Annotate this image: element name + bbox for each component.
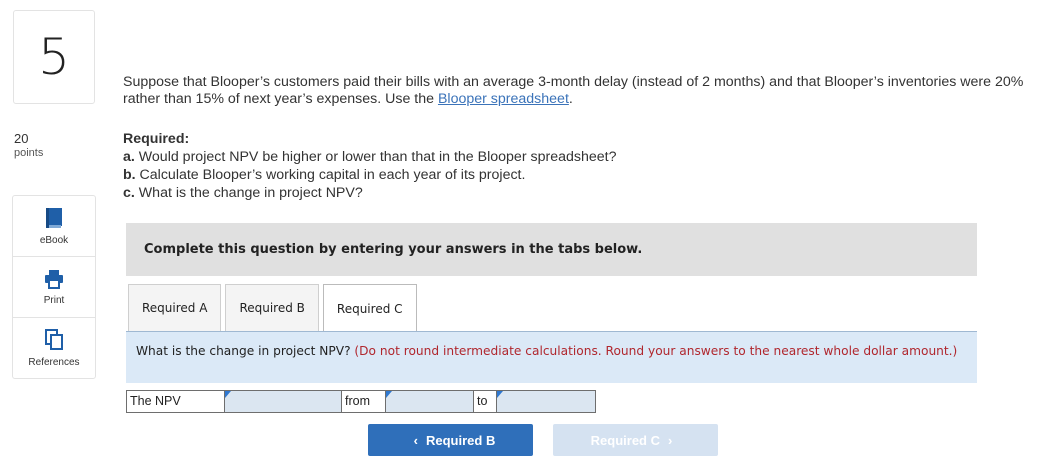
npv-from-input[interactable] (385, 390, 474, 413)
instructions-banner: Complete this question by entering your … (126, 223, 977, 276)
npv-label: The NPV (126, 390, 225, 413)
points-label: points (14, 147, 44, 159)
ebook-label: eBook (39, 234, 69, 246)
prev-required-b-button[interactable]: ‹ Required B (368, 424, 533, 456)
required-item-b-prefix: b. (123, 167, 136, 183)
tab-content-question: What is the change in project NPV? (Do n… (126, 331, 977, 383)
required-item-c: c. What is the change in project NPV? (123, 184, 616, 202)
instructions-banner-text: Complete this question by entering your … (144, 242, 643, 257)
input-marker-icon (386, 391, 392, 398)
next-button-label: Required C (590, 432, 660, 448)
required-section: Required: a. Would project NPV be higher… (123, 130, 616, 202)
references-button[interactable]: References (13, 318, 95, 378)
tab-instruction-text: (Do not round intermediate calculations.… (354, 344, 958, 358)
question-number: 5 (13, 10, 95, 104)
required-item-b-text: Calculate Blooper’s working capital in e… (135, 167, 526, 183)
required-item-a-prefix: a. (123, 149, 135, 165)
tab-question-text: What is the change in project NPV? (136, 344, 351, 358)
input-marker-icon (497, 391, 503, 398)
dropdown-marker-icon (225, 391, 231, 398)
ebook-button[interactable]: eBook (13, 196, 95, 257)
printer-icon (45, 269, 63, 289)
required-item-c-prefix: c. (123, 185, 135, 201)
required-item-a-text: Would project NPV be higher or lower tha… (134, 149, 617, 165)
print-label: Print (43, 294, 65, 306)
tools-panel: eBook Print References (12, 195, 96, 379)
blooper-spreadsheet-link[interactable]: Blooper spreadsheet (438, 91, 569, 107)
question-text: Suppose that Blooper’s customers paid th… (123, 74, 1053, 108)
npv-direction-select[interactable] (224, 390, 342, 413)
answer-row: The NPV from to (126, 390, 596, 413)
points-value: 20 (14, 131, 29, 146)
required-item-c-text: What is the change in project NPV? (134, 185, 363, 201)
required-item-a: a. Would project NPV be higher or lower … (123, 148, 616, 166)
tab-bar: Required A Required B Required C (128, 284, 421, 333)
documents-icon (45, 328, 63, 350)
question-text-after: . (568, 91, 573, 107)
prev-button-label: Required B (426, 432, 496, 448)
to-label: to (473, 390, 497, 413)
question-text-before: Suppose that Blooper’s customers paid th… (123, 74, 1024, 107)
points-block: 20 points (14, 131, 43, 161)
from-label: from (341, 390, 386, 413)
next-required-c-button[interactable]: Required C › (553, 424, 718, 456)
print-button[interactable]: Print (13, 257, 95, 318)
tab-required-a[interactable]: Required A (128, 284, 222, 332)
tab-required-b[interactable]: Required B (225, 284, 319, 332)
chevron-right-icon: › (668, 432, 673, 448)
tab-required-c[interactable]: Required C (322, 284, 417, 333)
book-icon (46, 207, 62, 228)
chevron-left-icon: ‹ (413, 432, 418, 448)
references-label: References (28, 356, 80, 368)
required-heading: Required: (123, 131, 190, 147)
required-item-b: b. Calculate Blooper’s working capital i… (123, 166, 616, 184)
npv-to-input[interactable] (496, 390, 596, 413)
